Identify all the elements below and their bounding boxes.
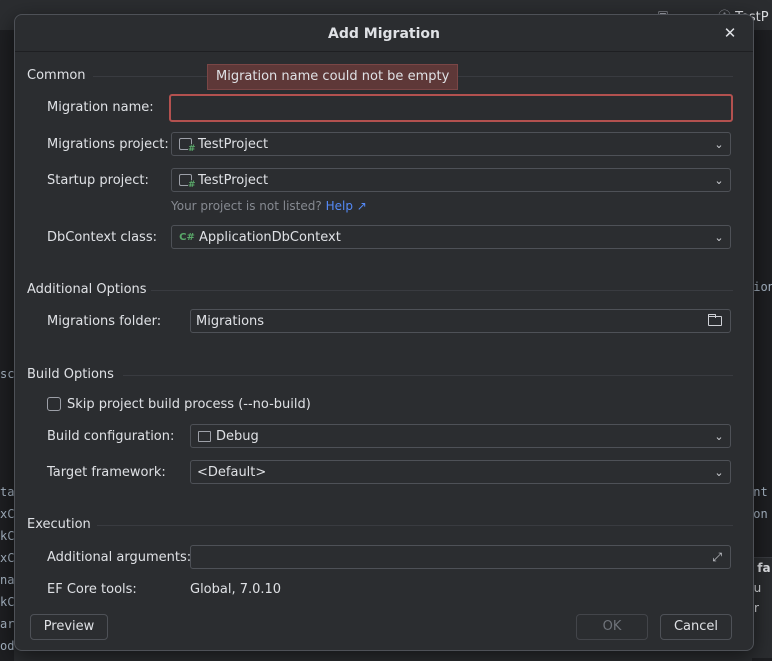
startup-project-combo[interactable]: TestProject ⌄ [171, 168, 731, 192]
migrations-project-label: Migrations project: [47, 137, 169, 152]
chevron-down-icon[interactable]: ⌄ [708, 232, 730, 243]
startup-project-value: TestProject [198, 172, 269, 188]
close-icon[interactable]: ✕ [721, 24, 739, 42]
bg-code-fragment: art [0, 617, 14, 631]
skip-build-checkbox[interactable] [47, 397, 61, 411]
migration-name-input[interactable] [169, 94, 733, 122]
dialog-title: Add Migration [328, 26, 440, 42]
project-hint-text: Your project is not listed? [171, 199, 322, 213]
startup-project-label: Startup project: [47, 173, 149, 188]
migration-name-label: Migration name: [47, 100, 154, 115]
csharp-project-icon [178, 173, 196, 190]
bg-code-fragment: nar [0, 573, 14, 587]
dbcontext-class-combo[interactable]: C# ApplicationDbContext ⌄ [171, 225, 731, 249]
configuration-icon [197, 429, 211, 443]
chevron-down-icon[interactable]: ⌄ [708, 175, 730, 186]
migrations-folder-label: Migrations folder: [47, 314, 162, 329]
preview-button[interactable]: Preview [30, 614, 108, 640]
target-framework-value: <Default> [197, 464, 267, 480]
build-configuration-value: Debug [216, 428, 259, 444]
folder-icon[interactable] [708, 314, 722, 326]
expand-icon[interactable]: ⤢ [712, 550, 722, 565]
migrations-project-value: TestProject [198, 136, 269, 152]
csharp-class-icon: C# [179, 231, 195, 243]
ef-core-tools-value: Global, 7.0.10 [190, 582, 282, 597]
dialog-titlebar[interactable]: Add Migration ✕ [15, 15, 753, 52]
chevron-down-icon[interactable]: ⌄ [708, 431, 730, 442]
migrations-project-combo[interactable]: TestProject ⌄ [171, 132, 731, 156]
build-configuration-label: Build configuration: [47, 429, 175, 444]
add-migration-dialog: Add Migration ✕ Common Migration name: M… [14, 14, 754, 651]
section-title-execution: Execution [27, 517, 91, 532]
section-title-additional: Additional Options [27, 282, 147, 297]
additional-arguments-input[interactable]: ⤢ [190, 545, 731, 569]
section-title-build: Build Options [27, 367, 114, 382]
target-framework-combo[interactable]: <Default> ⌄ [190, 460, 731, 484]
bg-code-fragment: kCo [0, 529, 14, 543]
section-divider [123, 375, 733, 376]
bg-code-fragment: kCo [0, 595, 14, 609]
chevron-down-icon[interactable]: ⌄ [708, 139, 730, 150]
section-title-common: Common [27, 68, 86, 83]
section-divider [97, 525, 733, 526]
help-link[interactable]: Help ↗ [326, 199, 367, 213]
target-framework-label: Target framework: [47, 465, 166, 480]
ide-left-panel [0, 30, 14, 661]
dbcontext-class-label: DbContext class: [47, 230, 157, 245]
ok-button[interactable]: OK [576, 614, 648, 640]
cancel-button[interactable]: Cancel [660, 614, 732, 640]
error-tooltip: Migration name could not be empty [207, 64, 459, 90]
bg-code-fragment: ta [0, 485, 14, 499]
chevron-down-icon[interactable]: ⌄ [708, 467, 730, 478]
bg-code-fragment: sc [0, 367, 14, 381]
additional-arguments-label: Additional arguments: [47, 550, 192, 565]
project-hint: Your project is not listed? Help ↗ [171, 199, 367, 213]
bg-code-fragment: xCo [0, 507, 14, 521]
migrations-folder-value: Migrations [196, 313, 265, 329]
build-configuration-combo[interactable]: Debug ⌄ [190, 424, 731, 448]
ef-core-tools-label: EF Core tools: [47, 582, 137, 597]
csharp-project-icon [178, 137, 196, 154]
bg-code-fragment: od [0, 639, 14, 653]
skip-build-label[interactable]: Skip project build process (--no-build) [67, 397, 311, 412]
migrations-folder-input[interactable]: Migrations [190, 309, 731, 333]
dbcontext-class-value: ApplicationDbContext [199, 229, 341, 245]
section-divider [151, 290, 733, 291]
bg-code-fragment: xCo [0, 551, 14, 565]
